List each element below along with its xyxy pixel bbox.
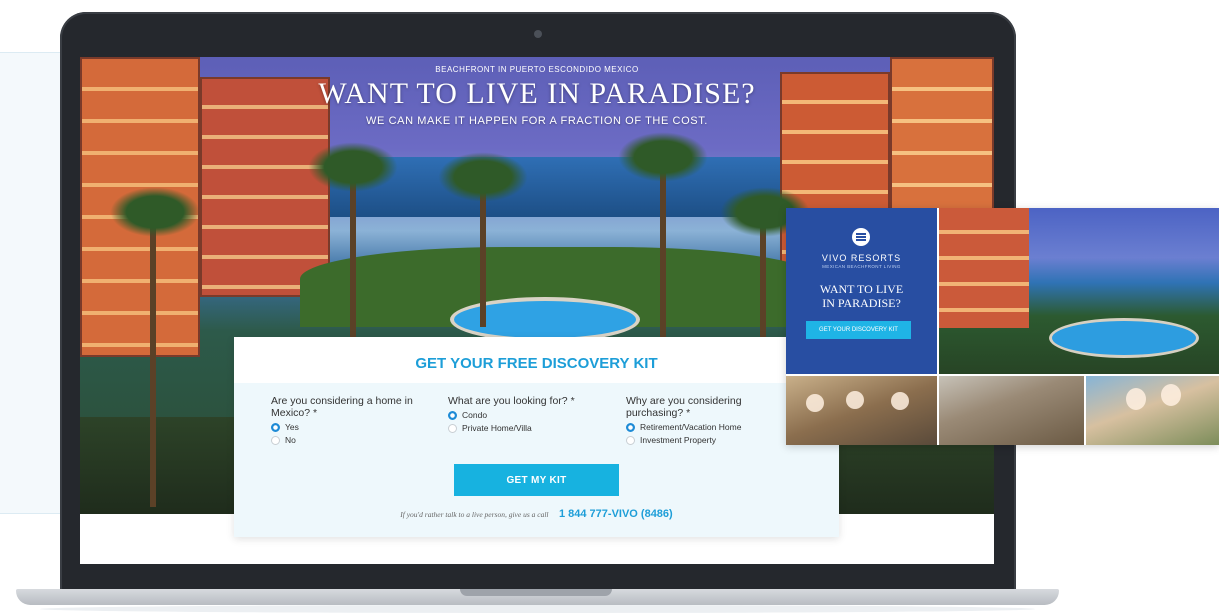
option-label: Condo — [462, 410, 488, 420]
person-image — [846, 391, 864, 409]
radio-unchecked-icon[interactable] — [271, 435, 280, 445]
option-private-home[interactable]: Private Home/Villa — [448, 423, 618, 433]
laptop-notch — [460, 589, 612, 596]
ad-resort-photo — [939, 208, 1219, 374]
hero-title: WANT TO LIVE IN PARADISE? — [318, 77, 756, 110]
question-label: What are you looking for? * — [448, 395, 575, 407]
ad-brand-tagline: MEXICAN BEACHFRONT LIVING — [822, 264, 901, 269]
palm-fronds — [618, 132, 708, 182]
radio-checked-icon[interactable] — [271, 422, 280, 432]
display-ad: VIVO RESORTS MEXICAN BEACHFRONT LIVING W… — [786, 208, 1219, 445]
resort-building — [939, 208, 1029, 328]
person-image — [891, 392, 909, 410]
option-label: Retirement/Vacation Home — [640, 422, 742, 432]
option-no[interactable]: No — [271, 435, 441, 445]
person-image — [1126, 388, 1146, 410]
option-retirement[interactable]: Retirement/Vacation Home — [626, 422, 796, 432]
ad-title-line: WANT TO LIVE — [819, 282, 904, 296]
option-yes[interactable]: Yes — [271, 422, 441, 432]
pool-image — [450, 297, 640, 342]
laptop-camera — [534, 30, 542, 38]
ad-title-line: IN PARADISE? — [822, 296, 901, 310]
palm-fronds — [438, 152, 528, 202]
palm-fronds — [110, 187, 200, 237]
get-my-kit-button[interactable]: GET MY KIT — [454, 464, 619, 496]
laptop-shadow — [40, 605, 1035, 613]
discovery-kit-form: GET YOUR FREE DISCOVERY KIT Are you cons… — [234, 337, 839, 537]
person-image — [806, 394, 824, 412]
option-label: No — [285, 435, 296, 445]
ad-discovery-kit-button[interactable]: GET YOUR DISCOVERY KIT — [806, 321, 911, 339]
palm-fronds — [308, 142, 398, 192]
question-considering-mexico: Are you considering a home in Mexico? * … — [271, 395, 441, 445]
person-image — [1161, 384, 1181, 406]
palm-tree — [150, 207, 156, 507]
radio-checked-icon[interactable] — [626, 422, 635, 432]
radio-unchecked-icon[interactable] — [626, 435, 635, 445]
ad-photo-kitchen — [939, 376, 1084, 445]
vivo-logo-icon — [852, 228, 870, 246]
call-text: If you'd rather talk to a live person, g… — [400, 510, 549, 519]
option-investment[interactable]: Investment Property — [626, 435, 796, 445]
hero-subtitle: WE CAN MAKE IT HAPPEN FOR A FRACTION OF … — [366, 115, 708, 127]
option-condo[interactable]: Condo — [448, 410, 618, 420]
form-title: GET YOUR FREE DISCOVERY KIT — [415, 355, 658, 372]
option-label: Investment Property — [640, 435, 717, 445]
radio-checked-icon[interactable] — [448, 410, 457, 420]
question-label: Why are you considering purchasing? * — [626, 395, 742, 419]
question-looking-for: What are you looking for? * Condo Privat… — [448, 395, 618, 433]
option-label: Yes — [285, 422, 299, 432]
option-label: Private Home/Villa — [462, 423, 532, 433]
ad-photo-dining — [786, 376, 937, 445]
pool-image — [1049, 318, 1199, 358]
ad-photo-couple — [1086, 376, 1219, 445]
ad-brand-panel: VIVO RESORTS MEXICAN BEACHFRONT LIVING W… — [786, 208, 937, 374]
question-why-purchasing: Why are you considering purchasing? * Re… — [626, 395, 796, 445]
phone-link[interactable]: 1 844 777-VIVO (8486) — [559, 508, 673, 520]
call-line: If you'd rather talk to a live person, g… — [234, 504, 839, 522]
ad-brand-name: VIVO RESORTS — [821, 253, 902, 263]
question-label: Are you considering a home in Mexico? * — [271, 395, 413, 419]
radio-unchecked-icon[interactable] — [448, 423, 457, 433]
ad-title: WANT TO LIVE IN PARADISE? — [786, 282, 937, 310]
hero-kicker: BEACHFRONT IN PUERTO ESCONDIDO MEXICO — [435, 65, 639, 74]
